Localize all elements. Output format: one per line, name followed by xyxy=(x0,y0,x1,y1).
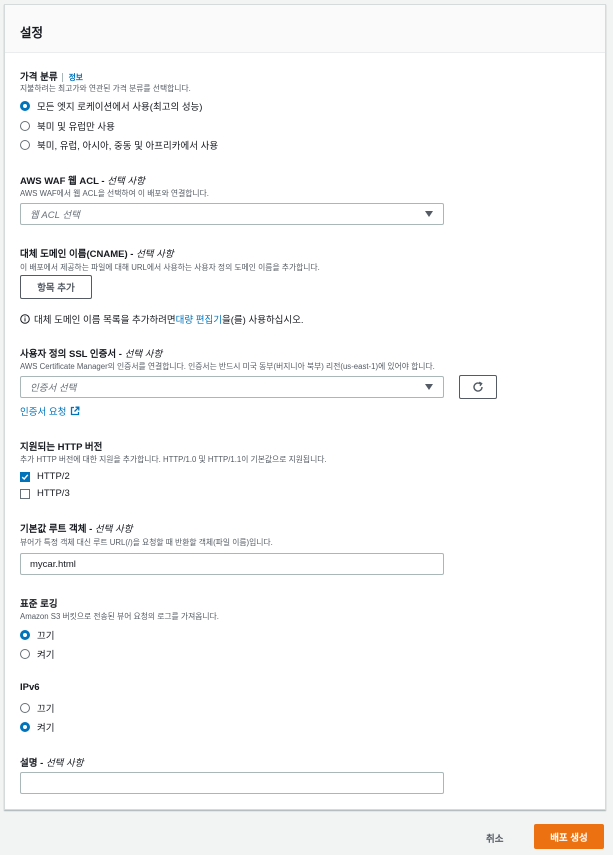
cname-description: 이 배포에서 제공하는 파일에 대해 URL에서 사용하는 사용자 정의 도메인… xyxy=(20,263,320,272)
bulk-editor-link[interactable]: 대량 편집기 xyxy=(176,312,222,326)
price-class-option-na-eu-asia[interactable]: 북미, 유럽, 아시아, 중동 및 아프리카에서 사용 xyxy=(20,138,218,152)
default-root-label-text: 기본값 루트 객체 - xyxy=(20,524,95,535)
checkbox-icon[interactable] xyxy=(20,488,30,499)
logging-on-label: 켜기 xyxy=(37,650,55,661)
price-class-option-na-eu[interactable]: 북미 및 유럽만 사용 xyxy=(20,119,115,133)
bulk-editor-hint: 대체 도메인 이름 목록을 추가하려면 대량 편집기 을(를) 사용하십시오. xyxy=(20,312,304,326)
http-versions-description: 추가 HTTP 버전에 대한 지원을 추가합니다. HTTP/1.0 및 HTT… xyxy=(20,455,327,464)
ssl-description: AWS Certificate Manager의 인증서를 연결합니다. 인증서… xyxy=(20,362,435,371)
logging-description: Amazon S3 버킷으로 전송된 뷰어 요청의 로그를 가져옵니다. xyxy=(20,612,219,621)
caret-down-icon xyxy=(425,211,433,217)
price-class-option-label: 북미 및 유럽만 사용 xyxy=(37,122,115,133)
waf-label: AWS WAF 웹 ACL - 선택 사항 xyxy=(20,173,145,187)
ipv6-on-label: 켜기 xyxy=(37,723,55,734)
price-class-info-link[interactable]: 정보 xyxy=(61,73,83,82)
waf-label-text: AWS WAF 웹 ACL - xyxy=(20,176,108,187)
waf-acl-select[interactable]: 웹 ACL 선택 xyxy=(20,203,444,225)
hint-text-before: 대체 도메인 이름 목록을 추가하려면 xyxy=(34,315,176,326)
info-icon xyxy=(20,314,30,324)
waf-acl-placeholder: 웹 ACL 선택 xyxy=(30,210,80,221)
logging-off-option[interactable]: 끄기 xyxy=(20,628,54,642)
radio-icon[interactable] xyxy=(20,649,30,659)
cname-label-text: 대체 도메인 이름(CNAME) - xyxy=(20,249,137,260)
default-root-label: 기본값 루트 객체 - 선택 사항 xyxy=(20,521,133,535)
certificate-placeholder: 인증서 선택 xyxy=(30,383,77,394)
radio-selected-icon[interactable] xyxy=(20,630,30,640)
request-certificate-label: 인증서 요청 xyxy=(20,407,67,418)
cancel-button[interactable]: 취소 xyxy=(486,831,503,845)
default-root-description: 뷰어가 특정 객체 대신 루트 URL(/)을 요청할 때 반환할 객체(파일 … xyxy=(20,538,273,547)
price-class-description: 지불하려는 최고가와 연관된 가격 분류를 선택합니다. xyxy=(20,84,191,93)
refresh-icon xyxy=(473,381,483,392)
ssl-label: 사용자 정의 SSL 인증서 - 선택 사항 xyxy=(20,346,162,360)
http3-checkbox-row[interactable]: HTTP/3 xyxy=(20,488,70,499)
ssl-label-text: 사용자 정의 SSL 인증서 - xyxy=(20,349,125,360)
comment-label: 설명 - 선택 사항 xyxy=(20,755,84,769)
logging-label: 표준 로깅 xyxy=(20,599,58,610)
http2-label: HTTP/2 xyxy=(37,471,70,482)
default-root-optional-text: 선택 사항 xyxy=(94,524,133,535)
cname-label: 대체 도메인 이름(CNAME) - 선택 사항 xyxy=(20,246,174,260)
panel-header: 설정 xyxy=(5,5,605,53)
radio-icon[interactable] xyxy=(20,121,30,131)
radio-icon[interactable] xyxy=(20,140,30,150)
price-class-label: 가격 분류 xyxy=(20,72,58,83)
logging-off-label: 끄기 xyxy=(37,631,55,642)
refresh-certificates-button[interactable] xyxy=(459,375,497,399)
ssl-optional-text: 선택 사항 xyxy=(124,349,163,360)
http-versions-label: 지원되는 HTTP 버전 xyxy=(20,442,103,453)
certificate-select[interactable]: 인증서 선택 xyxy=(20,376,444,398)
waf-description: AWS WAF에서 웹 ACL을 선택하여 이 배포와 연결합니다. xyxy=(20,189,209,198)
panel-title: 설정 xyxy=(20,26,44,40)
http3-label: HTTP/3 xyxy=(37,488,70,499)
ipv6-off-option[interactable]: 끄기 xyxy=(20,701,54,715)
request-certificate-link[interactable]: 인증서 요청 xyxy=(20,404,80,418)
logging-on-option[interactable]: 켜기 xyxy=(20,647,54,661)
ipv6-label: IPv6 xyxy=(20,682,40,693)
radio-icon[interactable] xyxy=(20,703,30,713)
price-class-option-label: 북미, 유럽, 아시아, 중동 및 아프리카에서 사용 xyxy=(37,141,219,152)
cname-optional-text: 선택 사항 xyxy=(136,249,174,260)
checkbox-checked-icon[interactable] xyxy=(20,471,30,482)
create-distribution-button[interactable]: 배포 생성 xyxy=(534,824,604,849)
comment-input[interactable] xyxy=(20,772,444,794)
comment-optional-text: 선택 사항 xyxy=(45,758,84,769)
http2-checkbox-row[interactable]: HTTP/2 xyxy=(20,471,70,482)
caret-down-icon xyxy=(425,384,433,390)
price-class-option-all[interactable]: 모든 엣지 로케이션에서 사용(최고의 성능) xyxy=(20,99,202,113)
settings-panel: 설정 가격 분류 정보 지불하려는 최고가와 연관된 가격 분류를 선택합니다. … xyxy=(4,4,606,810)
ipv6-on-option[interactable]: 켜기 xyxy=(20,720,54,734)
price-class-label-row: 가격 분류 정보 xyxy=(20,69,83,83)
default-root-input[interactable]: mycar.html xyxy=(20,553,444,575)
radio-selected-icon[interactable] xyxy=(20,101,30,111)
waf-optional-text: 선택 사항 xyxy=(107,176,145,187)
price-class-option-label: 모든 엣지 로케이션에서 사용(최고의 성능) xyxy=(37,102,203,113)
add-item-button[interactable]: 항목 추가 xyxy=(20,275,92,299)
hint-text-after: 을(를) 사용하십시오. xyxy=(222,315,304,326)
external-link-icon xyxy=(71,406,80,416)
ipv6-off-label: 끄기 xyxy=(37,704,55,715)
radio-selected-icon[interactable] xyxy=(20,722,30,732)
comment-label-text: 설명 - xyxy=(20,758,46,769)
